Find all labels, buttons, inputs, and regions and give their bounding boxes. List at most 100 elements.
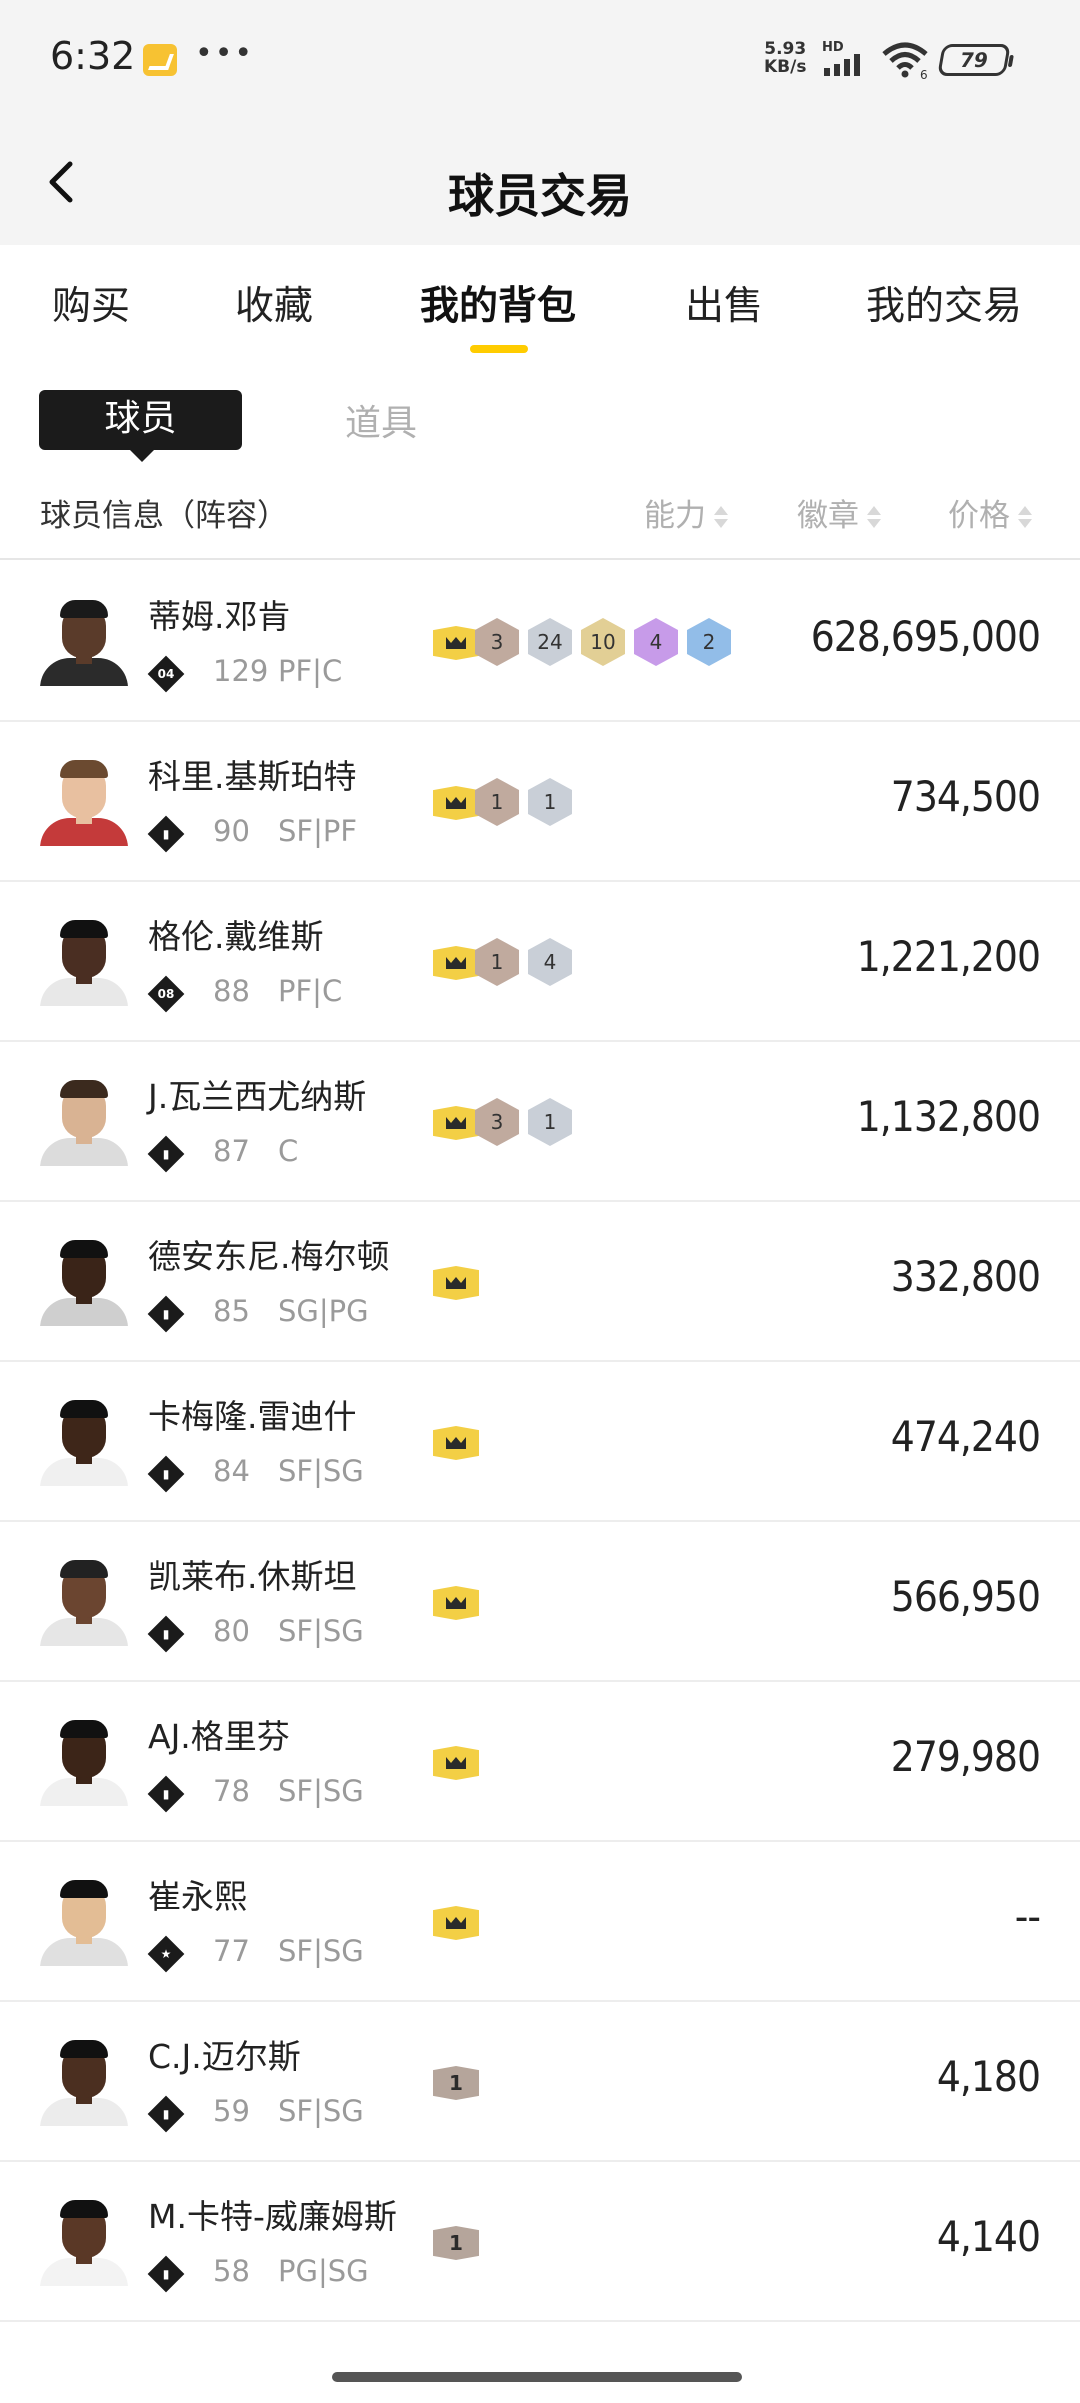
player-list: 蒂姆.邓肯 04 129 PF|C 3 24 10 4 2 628,695,000 科里.基斯珀特… (0, 562, 1080, 2322)
player-avatar (40, 2038, 128, 2126)
player-positions: C (278, 1134, 299, 1168)
player-row[interactable]: 蒂姆.邓肯 04 129 PF|C 3 24 10 4 2 628,695,000 (0, 562, 1080, 722)
crown-icon (433, 786, 479, 820)
home-indicator[interactable] (332, 2372, 742, 2382)
player-avatar (40, 598, 128, 686)
player-name: C.J.迈尔斯 (148, 2037, 301, 2076)
player-row[interactable]: 科里.基斯珀特 ▮ 90 SF|PF 1 1 734,500 (0, 722, 1080, 882)
player-overall: 84 (213, 1454, 250, 1488)
player-card-type-icon: 08 (147, 975, 185, 1013)
player-positions: PF|C (278, 974, 343, 1008)
wifi-icon: 6 (882, 42, 928, 80)
player-row[interactable]: 凯莱布.休斯坦 ▮ 80 SF|SG 566,950 (0, 1522, 1080, 1682)
player-positions: SF|PF (278, 814, 358, 848)
player-positions: PF|C (278, 654, 343, 688)
crown-icon (433, 1106, 479, 1140)
player-avatar (40, 1878, 128, 1966)
player-name: 卡梅隆.雷迪什 (148, 1397, 357, 1436)
sort-ability[interactable]: 能力 (644, 490, 728, 535)
player-card-type-icon: ▮ (147, 815, 185, 853)
player-card-type-icon: ▮ (147, 1135, 185, 1173)
tab-buy[interactable]: 购买 (52, 275, 130, 331)
player-row[interactable]: 卡梅隆.雷迪什 ▮ 84 SF|SG 474,240 (0, 1362, 1080, 1522)
player-positions: SF|SG (278, 1934, 364, 1968)
crown-icon (433, 1426, 479, 1460)
sort-badge[interactable]: 徽章 (797, 490, 881, 535)
player-price: 734,500 (890, 772, 1041, 821)
player-overall: 59 (213, 2094, 250, 2128)
player-card-type-icon: ▮ (147, 2095, 185, 2133)
player-card-type-icon: ▮ (147, 2255, 185, 2293)
badge-count-hex: 24 (528, 618, 572, 666)
badge-count-hex: 1 (475, 938, 519, 986)
player-card-type-icon: ★ (147, 1935, 185, 1973)
crown-icon (433, 1906, 479, 1940)
subtab-item[interactable]: 道具 (345, 394, 417, 446)
player-avatar (40, 1398, 128, 1486)
status-time: 6:32 (50, 34, 136, 78)
player-avatar (40, 1238, 128, 1326)
crown-icon (433, 1266, 479, 1300)
network-speed: 5.93 KB/s (764, 39, 807, 77)
tab-my-backpack[interactable]: 我的背包 (420, 275, 576, 331)
player-overall: 88 (213, 974, 250, 1008)
player-price: 279,980 (890, 1732, 1041, 1781)
player-overall: 80 (213, 1614, 250, 1648)
more-notifications-icon: ••• (195, 36, 255, 71)
player-name: 崔永熙 (148, 1877, 247, 1916)
badge-count-hex: 3 (475, 618, 519, 666)
player-avatar (40, 1078, 128, 1166)
player-overall: 129 (213, 654, 269, 688)
player-name: 科里.基斯珀特 (148, 757, 357, 796)
player-overall: 85 (213, 1294, 250, 1328)
level-badge: 1 (433, 2066, 479, 2100)
sort-price[interactable]: 价格 (948, 490, 1032, 535)
player-overall: 78 (213, 1774, 250, 1808)
player-row[interactable]: AJ.格里芬 ▮ 78 SF|SG 279,980 (0, 1682, 1080, 1842)
player-card-type-icon: 04 (147, 655, 185, 693)
player-avatar (40, 918, 128, 1006)
badge-count-hex: 1 (528, 1098, 572, 1146)
badge-count-hex: 2 (687, 618, 731, 666)
sort-arrows-icon (1016, 504, 1032, 532)
page-title: 球员交易 (448, 169, 632, 223)
player-price: 1,132,800 (856, 1092, 1041, 1141)
tab-my-trades[interactable]: 我的交易 (866, 275, 1022, 331)
player-name: J.瓦兰西尤纳斯 (148, 1077, 367, 1116)
player-avatar (40, 1558, 128, 1646)
player-name: M.卡特-威廉姆斯 (148, 2197, 397, 2236)
crown-icon (433, 1746, 479, 1780)
player-price: 4,180 (936, 2052, 1041, 2101)
player-positions: SG|PG (278, 1294, 369, 1328)
player-name: 蒂姆.邓肯 (148, 597, 291, 636)
player-row[interactable]: 崔永熙 ★ 77 SF|SG -- (0, 1842, 1080, 2002)
crown-icon (433, 1586, 479, 1620)
column-header: 球员信息（阵容） 能力 徽章 价格 (0, 480, 1080, 560)
badge-count-hex: 4 (528, 938, 572, 986)
svg-text:6: 6 (920, 68, 928, 80)
crown-icon (433, 626, 479, 660)
player-positions: SF|SG (278, 1774, 364, 1808)
tab-sell[interactable]: 出售 (685, 275, 763, 331)
player-row[interactable]: 德安东尼.梅尔顿 ▮ 85 SG|PG 332,800 (0, 1202, 1080, 1362)
player-card-type-icon: ▮ (147, 1775, 185, 1813)
sort-arrows-icon (865, 504, 881, 532)
player-name: 凯莱布.休斯坦 (148, 1557, 357, 1596)
player-price: 332,800 (890, 1252, 1041, 1301)
player-card-type-icon: ▮ (147, 1295, 185, 1333)
player-row[interactable]: 格伦.戴维斯 08 88 PF|C 1 4 1,221,200 (0, 882, 1080, 1042)
signal-icon (824, 54, 860, 76)
player-row[interactable]: J.瓦兰西尤纳斯 ▮ 87 C 3 1 1,132,800 (0, 1042, 1080, 1202)
player-row[interactable]: C.J.迈尔斯 ▮ 59 SF|SG 1 4,180 (0, 2002, 1080, 2162)
tab-favorites[interactable]: 收藏 (235, 275, 313, 331)
player-positions: SF|SG (278, 1454, 364, 1488)
notes-app-icon (143, 44, 177, 76)
main-tabs: 购买 收藏 我的背包 出售 我的交易 (0, 245, 1080, 365)
level-badge: 1 (433, 2226, 479, 2260)
battery-indicator: 79 (937, 44, 1011, 76)
badge-count-hex: 4 (634, 618, 678, 666)
subtab-player[interactable]: 球员 (39, 390, 242, 462)
column-player-info: 球员信息（阵容） (40, 498, 288, 534)
player-row[interactable]: M.卡特-威廉姆斯 ▮ 58 PG|SG 1 4,140 (0, 2162, 1080, 2322)
badge-count-hex: 3 (475, 1098, 519, 1146)
